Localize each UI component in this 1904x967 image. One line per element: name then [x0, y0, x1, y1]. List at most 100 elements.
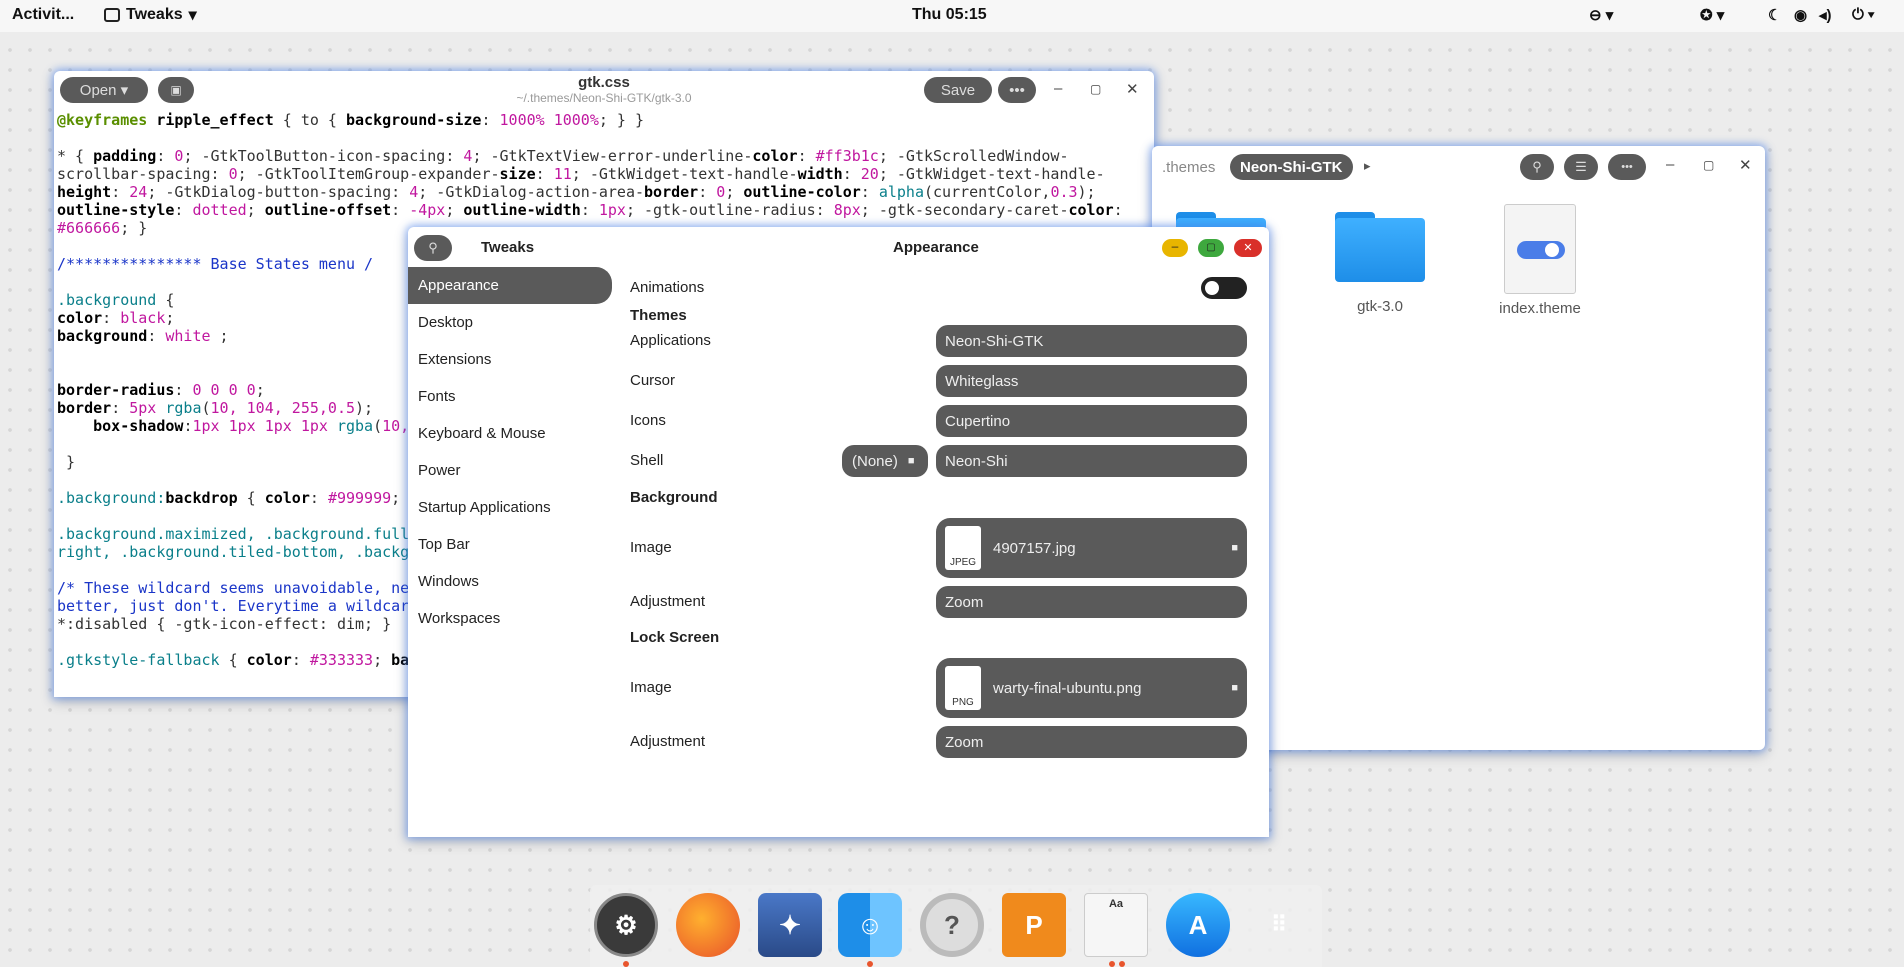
maximize-icon[interactable]: ▢: [1198, 239, 1224, 257]
minimize-icon[interactable]: –: [1162, 239, 1188, 257]
app-store-icon[interactable]: A: [1166, 893, 1230, 957]
chevron-right-icon[interactable]: ▸: [1364, 158, 1371, 174]
bg-image-label: Image: [630, 539, 672, 556]
minimize-icon[interactable]: –: [1666, 156, 1674, 173]
shell-combo[interactable]: Neon-Shi: [936, 445, 1247, 477]
app-grid-icon[interactable]: ⠿: [1248, 893, 1312, 957]
bg-adjust-row: Adjustment Zoom: [630, 586, 1247, 618]
sidebar-item-workspaces[interactable]: Workspaces: [408, 600, 612, 637]
sidebar-item-extensions[interactable]: Extensions: [408, 341, 612, 378]
bg-image-row: Image JPEG 4907157.jpg ■: [630, 518, 1247, 578]
app-menu[interactable]: Tweaks ▾: [104, 5, 197, 25]
menu-icon[interactable]: •••: [998, 77, 1036, 103]
bg-image-filename: 4907157.jpg: [993, 539, 1076, 557]
lock-adjust-label: Adjustment: [630, 733, 706, 750]
file-label: index.theme: [1499, 300, 1581, 317]
visibility-icon: ◉: [1794, 7, 1808, 24]
running-indicator: [1119, 961, 1125, 967]
folder-item-gtk3[interactable]: gtk-3.0: [1335, 212, 1425, 315]
applications-label: Applications: [630, 332, 711, 349]
lock-screen-header: Lock Screen: [630, 629, 720, 646]
lock-adjust-row: Adjustment Zoom: [630, 726, 1247, 758]
accessibility-icon[interactable]: ✪ ▾: [1700, 6, 1724, 24]
help-icon[interactable]: ?: [920, 893, 984, 957]
applications-row: Applications Neon-Shi-GTK: [630, 325, 1247, 357]
editor-headerbar: Open ▾ ▣ gtk.css ~/.themes/Neon-Shi-GTK/…: [54, 71, 1154, 109]
indicator-icon[interactable]: ⊖ ▾: [1589, 6, 1613, 24]
shell-row: Shell (None) ■ Neon-Shi: [630, 445, 1247, 477]
breadcrumb-themes[interactable]: .themes: [1152, 154, 1225, 180]
file-item-index-theme[interactable]: index.theme: [1490, 204, 1590, 317]
file-type-label: JPEG: [949, 557, 977, 568]
chevron-down-icon: ▾: [188, 7, 197, 24]
applications-combo[interactable]: Neon-Shi-GTK: [936, 325, 1247, 357]
sidebar: Appearance Desktop Extensions Fonts Keyb…: [408, 267, 612, 637]
jpeg-file-icon: JPEG: [945, 526, 981, 570]
top-bar: Activit... Tweaks ▾ Thu 05:15 ⊖ ▾ ✪ ▾ ☾ …: [0, 0, 1904, 32]
bg-adjust-label: Adjustment: [630, 593, 706, 610]
breadcrumb-current[interactable]: Neon-Shi-GTK: [1230, 154, 1353, 180]
tweaks-window: ⚲ Tweaks Appearance – ▢ ✕ Appearance Des…: [408, 227, 1269, 837]
cursor-combo[interactable]: Whiteglass: [936, 365, 1247, 397]
shell-label: Shell: [630, 452, 664, 469]
tweaks-app-icon: [104, 8, 120, 22]
list-view-icon[interactable]: ☰: [1564, 154, 1598, 180]
folder-icon: ■: [1231, 682, 1238, 694]
menu-icon[interactable]: •••: [1608, 154, 1646, 180]
close-icon[interactable]: ✕: [1739, 156, 1752, 174]
shell-none-label: (None): [852, 452, 898, 470]
sidebar-item-power[interactable]: Power: [408, 452, 612, 489]
running-indicator: [1109, 961, 1115, 967]
tweaks-headerbar: ⚲ Tweaks Appearance – ▢ ✕: [408, 227, 1269, 267]
sidebar-item-top-bar[interactable]: Top Bar: [408, 526, 612, 563]
power-icon[interactable]: ⏻ ▾: [1852, 6, 1874, 23]
eagle-icon[interactable]: ✦: [758, 893, 822, 957]
sidebar-item-keyboard-mouse[interactable]: Keyboard & Mouse: [408, 415, 612, 452]
search-icon[interactable]: ⚲: [1520, 154, 1554, 180]
firefox-icon[interactable]: [676, 893, 740, 957]
background-header: Background: [630, 489, 718, 506]
volume-icon: ◂): [1819, 7, 1832, 24]
sidebar-item-desktop[interactable]: Desktop: [408, 304, 612, 341]
shell-none-button[interactable]: (None) ■: [842, 445, 928, 477]
close-icon[interactable]: ✕: [1234, 239, 1262, 257]
lock-image-chooser[interactable]: PNG warty-final-ubuntu.png ■: [936, 658, 1247, 718]
sidebar-item-fonts[interactable]: Fonts: [408, 378, 612, 415]
bg-image-chooser[interactable]: JPEG 4907157.jpg ■: [936, 518, 1247, 578]
finder-icon[interactable]: ☺: [838, 893, 902, 957]
cursor-row: Cursor Whiteglass: [630, 365, 1247, 397]
lock-adjust-combo[interactable]: Zoom: [936, 726, 1247, 758]
folder-icon: ■: [907, 455, 915, 467]
dock: ⚙ ✦ ☺ ? P Aa A ⠿: [590, 885, 1322, 967]
icons-row: Icons Cupertino: [630, 405, 1247, 437]
search-icon[interactable]: ⚲: [414, 235, 452, 261]
bg-adjust-combo[interactable]: Zoom: [936, 586, 1247, 618]
font-viewer-icon[interactable]: Aa: [1084, 893, 1148, 957]
maximize-icon[interactable]: ▢: [1090, 82, 1101, 96]
sidebar-item-appearance[interactable]: Appearance: [408, 267, 612, 304]
minimize-icon[interactable]: –: [1054, 80, 1062, 97]
settings-icon[interactable]: ⚙: [594, 893, 658, 957]
app-menu-label: Tweaks: [126, 6, 183, 23]
themes-header: Themes: [630, 307, 687, 324]
icons-combo[interactable]: Cupertino: [936, 405, 1247, 437]
sidebar-item-startup[interactable]: Startup Applications: [408, 489, 612, 526]
activities-button[interactable]: Activit...: [12, 6, 74, 24]
save-button[interactable]: Save: [924, 77, 992, 103]
close-icon[interactable]: ✕: [1126, 80, 1139, 98]
sidebar-item-windows[interactable]: Windows: [408, 563, 612, 600]
lock-image-filename: warty-final-ubuntu.png: [993, 679, 1142, 697]
document-icon: [1504, 204, 1576, 294]
folder-icon: ■: [1231, 542, 1238, 554]
files-headerbar: .themes Neon-Shi-GTK ▸ ⚲ ☰ ••• – ▢ ✕: [1152, 146, 1765, 188]
icons-label: Icons: [630, 412, 666, 429]
presentation-icon[interactable]: P: [1002, 893, 1066, 957]
cursor-label: Cursor: [630, 372, 676, 389]
maximize-icon[interactable]: ▢: [1703, 158, 1714, 172]
clock[interactable]: Thu 05:15: [912, 6, 987, 24]
file-type-label: PNG: [952, 697, 974, 708]
lock-image-row: Image PNG warty-final-ubuntu.png ■: [630, 658, 1247, 718]
app-title: Tweaks: [481, 239, 535, 256]
animations-toggle[interactable]: [1201, 277, 1247, 299]
page-title: Appearance: [893, 239, 979, 256]
